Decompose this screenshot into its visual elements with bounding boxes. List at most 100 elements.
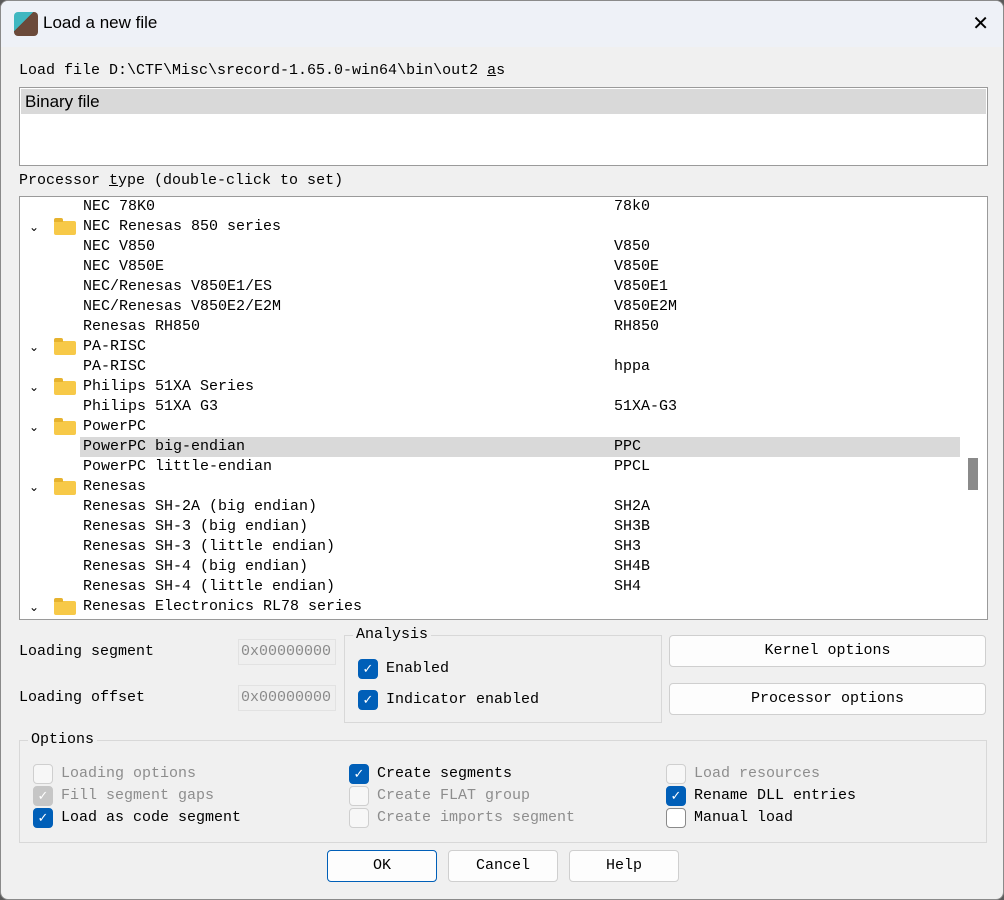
- options-title: Options: [28, 731, 98, 748]
- scrollbar-thumb[interactable]: [968, 458, 978, 491]
- folder-icon: [54, 598, 76, 615]
- tree-item-name: PowerPC big-endian: [83, 438, 246, 455]
- option-checkbox[interactable]: ✓: [666, 786, 686, 806]
- option-label: Create FLAT group: [377, 787, 531, 804]
- tree-item-name: NEC V850E: [83, 258, 165, 275]
- load-file-accel: a: [487, 62, 497, 79]
- tree-item-name: PA-RISC: [83, 358, 147, 375]
- close-icon[interactable]: ✕: [972, 11, 989, 35]
- indicator-enabled-label: Indicator enabled: [386, 691, 540, 708]
- cancel-button[interactable]: Cancel: [448, 850, 558, 882]
- tree-item[interactable]: PA-RISC hppa: [20, 357, 960, 377]
- tree-group[interactable]: ⌄ NEC Renesas 850 series: [20, 217, 960, 237]
- indicator-enabled-checkbox[interactable]: ✓: [358, 690, 378, 710]
- tree-item[interactable]: Philips 51XA G3 51XA-G3: [20, 397, 960, 417]
- folder-icon: [54, 418, 76, 435]
- analysis-group: [344, 635, 662, 723]
- tree-item-code: V850E2M: [614, 298, 678, 315]
- tree-item-code: SH3B: [614, 518, 651, 535]
- tree-group[interactable]: ⌄ Renesas: [20, 477, 960, 497]
- chevron-down-icon[interactable]: ⌄: [29, 337, 39, 357]
- loading-segment-input[interactable]: 0x00000000: [238, 639, 336, 665]
- kernel-options-button[interactable]: Kernel options: [669, 635, 986, 667]
- tree-group[interactable]: ⌄ Renesas Electronics RL78 series: [20, 597, 960, 617]
- option-checkbox[interactable]: ✓: [33, 808, 53, 828]
- app-icon: [14, 12, 38, 36]
- tree-item-code: V850E: [614, 258, 660, 275]
- folder-icon: [54, 338, 76, 355]
- option-label: Manual load: [694, 809, 794, 826]
- option-label: Load as code segment: [61, 809, 242, 826]
- chevron-down-icon[interactable]: ⌄: [29, 477, 39, 497]
- tree-item-name: PowerPC little-endian: [83, 458, 273, 475]
- tree-item[interactable]: Renesas SH-4 (little endian) SH4: [20, 577, 960, 597]
- tree-item-name: Philips 51XA Series: [83, 378, 255, 395]
- tree-item-code: V850E1: [614, 278, 669, 295]
- tree-item-name: Renesas SH-3 (big endian): [83, 518, 309, 535]
- tree-item-name: NEC/Renesas V850E1/ES: [83, 278, 273, 295]
- tree-item[interactable]: Renesas RH850 RH850: [20, 317, 960, 337]
- option-label: Rename DLL entries: [694, 787, 857, 804]
- tree-item-code: V850: [614, 238, 651, 255]
- chevron-down-icon[interactable]: ⌄: [29, 597, 39, 617]
- option-checkbox[interactable]: [33, 764, 53, 784]
- option-checkbox[interactable]: [349, 786, 369, 806]
- file-format-list[interactable]: Binary file: [19, 87, 988, 166]
- tree-group[interactable]: ⌄ Philips 51XA Series: [20, 377, 960, 397]
- tree-group[interactable]: ⌄ PowerPC: [20, 417, 960, 437]
- tree-item[interactable]: Renesas SH-2A (big endian) SH2A: [20, 497, 960, 517]
- chevron-down-icon[interactable]: ⌄: [29, 377, 39, 397]
- option-checkbox[interactable]: [666, 808, 686, 828]
- tree-item[interactable]: NEC V850 V850: [20, 237, 960, 257]
- tree-item[interactable]: Renesas SH-3 (little endian) SH3: [20, 537, 960, 557]
- processor-label-accel: t: [109, 172, 119, 189]
- tree-item[interactable]: Renesas SH-4 (big endian) SH4B: [20, 557, 960, 577]
- tree-item-code: PPC: [614, 438, 642, 455]
- processor-tree[interactable]: ⌄ Renesas Electronics RL78 series Renesas …: [19, 196, 988, 620]
- ok-button[interactable]: OK: [327, 850, 437, 882]
- load-file-dialog: Load a new file ✕ Load file D:\CTF\Misc\…: [0, 0, 1004, 900]
- option-checkbox[interactable]: ✓: [33, 786, 53, 806]
- option-checkbox[interactable]: ✓: [349, 764, 369, 784]
- load-file-path: Load file D:\CTF\Misc\srecord-1.65.0-win…: [19, 62, 488, 79]
- folder-icon: [54, 478, 76, 495]
- loading-offset-input[interactable]: 0x00000000: [238, 685, 336, 711]
- load-file-suffix: s: [496, 62, 506, 79]
- folder-icon: [54, 218, 76, 235]
- chevron-down-icon[interactable]: ⌄: [29, 417, 39, 437]
- tree-item-name: Renesas SH-4 (big endian): [83, 558, 309, 575]
- tree-item[interactable]: NEC V850E V850E: [20, 257, 960, 277]
- title-bar: Load a new file ✕: [1, 1, 1003, 47]
- loading-offset-label: Loading offset: [19, 689, 146, 706]
- option-checkbox[interactable]: [666, 764, 686, 784]
- tree-item-code: PPCL: [614, 458, 651, 475]
- option-checkbox[interactable]: [349, 808, 369, 828]
- dialog-title: Load a new file: [43, 13, 158, 32]
- load-file-label: Load file D:\CTF\Misc\srecord-1.65.0-win…: [19, 62, 505, 79]
- chevron-down-icon[interactable]: ⌄: [29, 217, 39, 237]
- tree-item-code: SH2A: [614, 498, 651, 515]
- tree-item-name: Renesas Electronics RL78 series: [83, 598, 363, 615]
- help-button[interactable]: Help: [569, 850, 679, 882]
- tree-item[interactable]: PowerPC big-endian PPC: [80, 437, 960, 457]
- loading-segment-label: Loading segment: [19, 643, 155, 660]
- analysis-enabled-checkbox[interactable]: ✓: [358, 659, 378, 679]
- processor-tree-scrollbar[interactable]: [960, 197, 987, 619]
- tree-item-name: PA-RISC: [83, 338, 147, 355]
- tree-group[interactable]: ⌄ PA-RISC: [20, 337, 960, 357]
- tree-item[interactable]: NEC/Renesas V850E2/E2M V850E2M: [20, 297, 960, 317]
- tree-item-name: NEC V850: [83, 238, 156, 255]
- tree-item[interactable]: Renesas SH-3 (big endian) SH3B: [20, 517, 960, 537]
- processor-options-button[interactable]: Processor options: [669, 683, 986, 715]
- tree-item-name: Renesas SH-3 (little endian): [83, 538, 336, 555]
- tree-item-code: 78k0: [614, 198, 651, 215]
- tree-item-name: NEC Renesas 850 series: [83, 218, 282, 235]
- processor-type-label: Processor type (double-click to set): [19, 172, 343, 189]
- tree-item[interactable]: NEC 78K0 78k0: [20, 197, 960, 217]
- tree-item[interactable]: NEC/Renesas V850E1/ES V850E1: [20, 277, 960, 297]
- tree-item[interactable]: PowerPC little-endian PPCL: [20, 457, 960, 477]
- tree-item-name: NEC 78K0: [83, 198, 156, 215]
- folder-icon: [54, 378, 76, 395]
- file-format-item-selected[interactable]: Binary file: [21, 89, 986, 114]
- tree-item-name: Philips 51XA G3: [83, 398, 219, 415]
